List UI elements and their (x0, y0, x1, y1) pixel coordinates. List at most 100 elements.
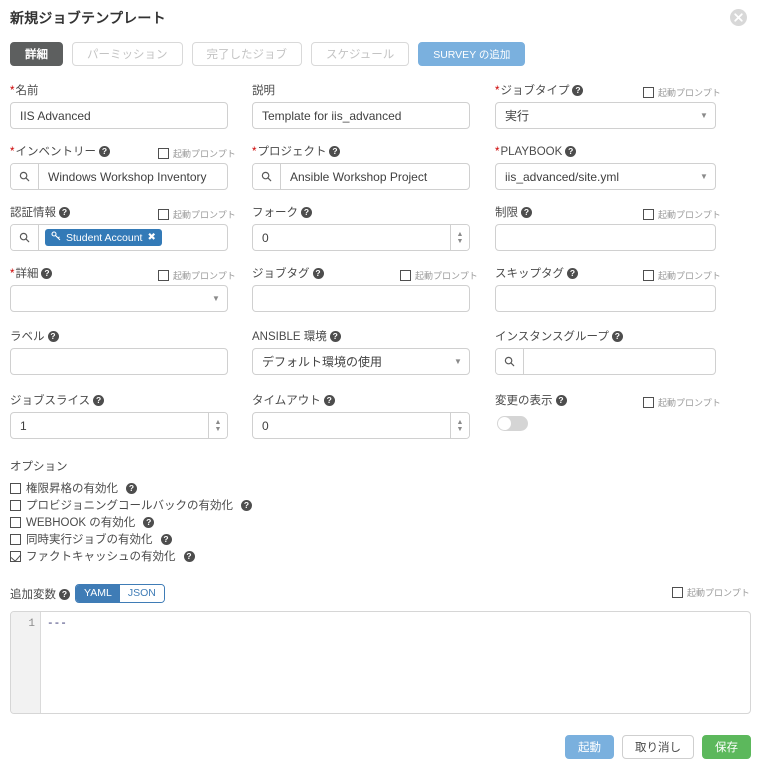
help-icon[interactable]: ? (41, 268, 52, 279)
prompt-checkbox[interactable] (643, 87, 654, 98)
format-yaml-button[interactable]: YAML (76, 585, 120, 602)
search-icon[interactable] (496, 349, 524, 374)
help-icon[interactable]: ? (48, 331, 59, 342)
prompt-checkbox[interactable] (400, 270, 411, 281)
prompt-on-launch-job-tags[interactable]: 起動プロンプト (400, 269, 478, 282)
show-changes-toggle[interactable] (497, 416, 528, 431)
search-icon[interactable] (253, 164, 281, 189)
editor-content[interactable]: --- (41, 612, 750, 713)
help-icon[interactable]: ? (161, 534, 172, 545)
option-checkbox[interactable] (10, 517, 21, 528)
cancel-button[interactable]: 取り消し (622, 735, 694, 759)
verbosity-select[interactable]: ▼ (10, 285, 228, 312)
field-label-job-type: ジョブタイプ (500, 85, 569, 97)
help-icon[interactable]: ? (241, 500, 252, 511)
help-icon[interactable]: ? (572, 85, 583, 96)
limit-input[interactable] (495, 224, 716, 251)
option-checkbox[interactable] (10, 551, 21, 562)
prompt-checkbox[interactable] (158, 209, 169, 220)
timeout-stepper[interactable]: 0 ▲▼ (252, 412, 470, 439)
tab-permissions[interactable]: パーミッション (72, 42, 183, 66)
prompt-on-launch-inventory[interactable]: 起動プロンプト (158, 147, 236, 160)
tab-schedules[interactable]: スケジュール (311, 42, 409, 66)
prompt-checkbox[interactable] (643, 209, 654, 220)
help-icon[interactable]: ? (59, 589, 70, 600)
project-lookup[interactable]: Ansible Workshop Project (252, 163, 470, 190)
help-icon[interactable]: ? (59, 207, 70, 218)
help-icon[interactable]: ? (99, 146, 110, 157)
field-execution-environment: ANSIBLE 環境? デフォルト環境の使用 ▼ (252, 330, 470, 375)
field-label-skip-tags: スキップタグ (495, 268, 564, 280)
help-icon[interactable]: ? (126, 483, 137, 494)
help-icon[interactable]: ? (93, 395, 104, 406)
extra-variables-editor[interactable]: 1 --- (10, 611, 751, 714)
credential-chip[interactable]: Student Account ✖ (45, 229, 162, 246)
prompt-on-launch-verbosity[interactable]: 起動プロンプト (158, 269, 236, 282)
help-icon[interactable]: ? (329, 146, 340, 157)
option-privilege-escalation[interactable]: 権限昇格の有効化 ? (10, 480, 137, 496)
timeout-value: 0 (253, 419, 450, 433)
prompt-checkbox[interactable] (158, 270, 169, 281)
stepper-arrows-icon[interactable]: ▲▼ (208, 413, 227, 438)
remove-credential-icon[interactable]: ✖ (147, 232, 155, 243)
execution-environment-value: デフォルト環境の使用 (253, 353, 447, 370)
launch-button[interactable]: 起動 (565, 735, 614, 759)
prompt-on-launch-skip-tags[interactable]: 起動プロンプト (643, 269, 721, 282)
prompt-on-launch-credentials[interactable]: 起動プロンプト (158, 208, 236, 221)
format-json-button[interactable]: JSON (120, 585, 164, 602)
name-input-value: IIS Advanced (11, 109, 227, 123)
labels-input[interactable] (10, 348, 228, 375)
search-icon[interactable] (11, 164, 39, 189)
help-icon[interactable]: ? (143, 517, 154, 528)
credentials-lookup[interactable]: Student Account ✖ (10, 224, 228, 251)
save-button[interactable]: 保存 (702, 735, 751, 759)
required-marker: * (10, 146, 14, 158)
help-icon[interactable]: ? (301, 207, 312, 218)
help-icon[interactable]: ? (324, 395, 335, 406)
job-type-select[interactable]: 実行 ▼ (495, 102, 716, 129)
help-icon[interactable]: ? (330, 331, 341, 342)
name-input[interactable]: IIS Advanced (10, 102, 228, 129)
help-icon[interactable]: ? (556, 395, 567, 406)
inventory-lookup[interactable]: Windows Workshop Inventory (10, 163, 228, 190)
close-icon[interactable] (730, 9, 747, 26)
add-survey-button[interactable]: SURVEY の追加 (418, 42, 525, 66)
prompt-checkbox[interactable] (672, 587, 683, 598)
stepper-arrows-icon[interactable]: ▲▼ (450, 225, 469, 250)
help-icon[interactable]: ? (567, 268, 578, 279)
search-icon[interactable] (11, 225, 39, 250)
prompt-on-launch-show-changes[interactable]: 起動プロンプト (643, 396, 721, 409)
forks-stepper[interactable]: 0 ▲▼ (252, 224, 470, 251)
playbook-select[interactable]: iis_advanced/site.yml ▼ (495, 163, 716, 190)
option-checkbox[interactable] (10, 500, 21, 511)
prompt-label: 起動プロンプト (658, 269, 721, 282)
help-icon[interactable]: ? (521, 207, 532, 218)
instance-groups-lookup[interactable] (495, 348, 716, 375)
prompt-checkbox[interactable] (158, 148, 169, 159)
option-checkbox[interactable] (10, 534, 21, 545)
stepper-arrows-icon[interactable]: ▲▼ (450, 413, 469, 438)
field-label-timeout: タイムアウト (252, 395, 321, 407)
option-provisioning-callback[interactable]: プロビジョニングコールバックの有効化 ? (10, 497, 252, 513)
forks-value: 0 (253, 231, 450, 245)
prompt-on-launch-extra-vars[interactable]: 起動プロンプト (672, 586, 750, 599)
execution-environment-select[interactable]: デフォルト環境の使用 ▼ (252, 348, 470, 375)
tab-details[interactable]: 詳細 (10, 42, 63, 66)
prompt-checkbox[interactable] (643, 397, 654, 408)
option-checkbox[interactable] (10, 483, 21, 494)
description-input[interactable]: Template for iis_advanced (252, 102, 470, 129)
skip-tags-input[interactable] (495, 285, 716, 312)
prompt-checkbox[interactable] (643, 270, 654, 281)
tab-completed-jobs[interactable]: 完了したジョブ (192, 42, 303, 66)
option-fact-cache[interactable]: ファクトキャッシュの有効化 ? (10, 548, 195, 564)
job-tags-input[interactable] (252, 285, 470, 312)
prompt-on-launch-limit[interactable]: 起動プロンプト (643, 208, 721, 221)
option-webhook[interactable]: WEBHOOK の有効化 ? (10, 514, 154, 530)
option-concurrent-jobs[interactable]: 同時実行ジョブの有効化 ? (10, 531, 172, 547)
help-icon[interactable]: ? (565, 146, 576, 157)
prompt-on-launch-job-type[interactable]: 起動プロンプト (643, 86, 721, 99)
help-icon[interactable]: ? (313, 268, 324, 279)
help-icon[interactable]: ? (184, 551, 195, 562)
job-slicing-stepper[interactable]: 1 ▲▼ (10, 412, 228, 439)
help-icon[interactable]: ? (612, 331, 623, 342)
